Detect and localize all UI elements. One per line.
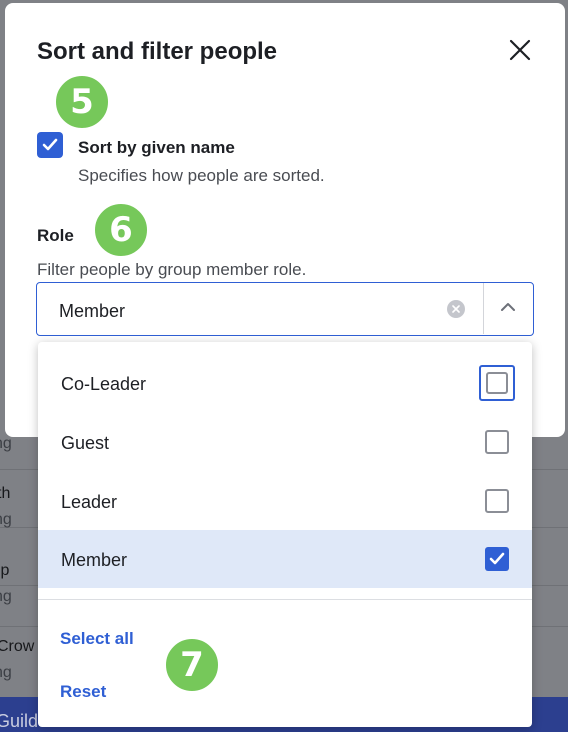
role-option-checkbox[interactable] bbox=[485, 489, 509, 513]
callout-badge: 6 bbox=[93, 202, 149, 258]
toggle-dropdown-button[interactable] bbox=[484, 283, 533, 334]
role-option-label: Guest bbox=[61, 433, 110, 453]
dropdown-divider bbox=[38, 599, 532, 600]
callout-badge: 5 bbox=[54, 74, 110, 130]
role-help-text: Filter people by group member role. bbox=[37, 260, 307, 279]
role-select-value: Member bbox=[59, 301, 126, 321]
chevron-up-icon bbox=[501, 303, 515, 311]
checkbox-inner bbox=[486, 372, 508, 394]
select-all-button[interactable]: Select all bbox=[60, 629, 134, 649]
role-dropdown-menu: Co-Leader Guest Leader Member Select all… bbox=[38, 342, 532, 727]
background-row-name: Crow bbox=[0, 638, 35, 655]
role-option-leader[interactable]: Leader bbox=[38, 472, 532, 530]
role-option-checkbox[interactable] bbox=[479, 365, 515, 401]
role-option-co-leader[interactable]: Co-Leader bbox=[38, 354, 532, 412]
role-option-guest[interactable]: Guest bbox=[38, 413, 532, 471]
callout-badge: 7 bbox=[164, 637, 220, 693]
background-row-sub: ng bbox=[0, 435, 12, 452]
role-option-label: Co-Leader bbox=[61, 374, 147, 394]
dialog-title: Sort and filter people bbox=[37, 38, 278, 65]
background-row-name: ip bbox=[0, 562, 10, 579]
role-option-label: Leader bbox=[61, 492, 118, 512]
sort-help-text: Specifies how people are sorted. bbox=[78, 166, 325, 185]
close-icon bbox=[509, 39, 531, 61]
close-button[interactable] bbox=[505, 35, 535, 65]
clear-icon bbox=[452, 305, 460, 313]
background-row-sub: ng bbox=[0, 664, 12, 681]
background-row-name: th bbox=[0, 485, 11, 502]
reset-button[interactable]: Reset bbox=[60, 682, 106, 702]
check-icon bbox=[489, 552, 505, 565]
role-option-checkbox[interactable] bbox=[485, 547, 509, 571]
role-select[interactable]: Member bbox=[36, 282, 534, 336]
clear-selection-button[interactable] bbox=[447, 300, 465, 318]
role-label: Role bbox=[37, 226, 74, 245]
background-row-sub: ng bbox=[0, 511, 12, 528]
sort-by-given-name-checkbox[interactable] bbox=[37, 132, 63, 158]
check-icon bbox=[42, 138, 58, 151]
role-option-member[interactable]: Member bbox=[38, 530, 532, 588]
background-row-sub: ng bbox=[0, 588, 12, 605]
sort-by-given-name-label[interactable]: Sort by given name bbox=[78, 138, 235, 158]
role-option-checkbox[interactable] bbox=[485, 430, 509, 454]
role-option-label: Member bbox=[61, 550, 128, 570]
